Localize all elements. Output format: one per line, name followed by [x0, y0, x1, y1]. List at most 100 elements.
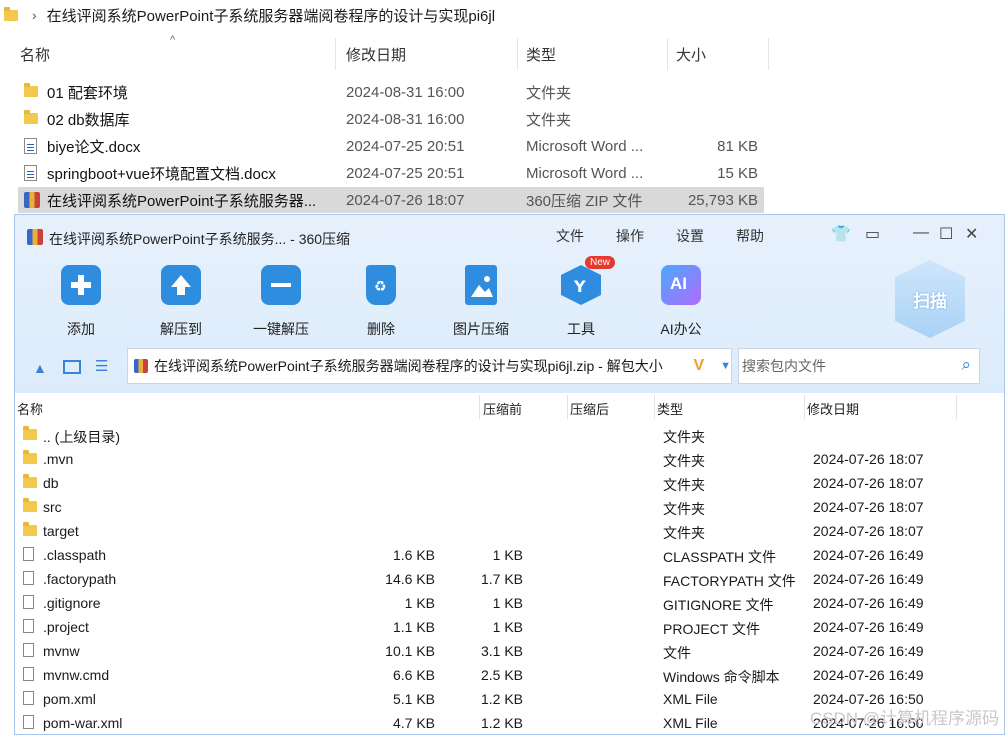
- folder-icon: [23, 426, 37, 440]
- file-icon: [23, 619, 34, 633]
- menu-file[interactable]: 文件: [556, 226, 584, 246]
- file-row[interactable]: 01 配套环境 2024-08-31 16:00 文件夹: [18, 79, 764, 105]
- minimize-icon[interactable]: —: [913, 224, 929, 242]
- column-header-type[interactable]: 类型: [657, 399, 683, 418]
- archive-row[interactable]: .factorypath 14.6 KB 1.7 KB FACTORYPATH 文件 2…: [21, 567, 991, 591]
- column-divider[interactable]: [335, 38, 336, 70]
- tools-button[interactable]: Y 工具: [541, 265, 621, 339]
- column-divider[interactable]: [956, 395, 957, 419]
- size-after: 1 KB: [492, 547, 523, 563]
- delete-button[interactable]: ♻ 删除: [341, 265, 421, 339]
- file-type: XML File: [663, 691, 718, 707]
- column-header-name[interactable]: 名称: [17, 399, 43, 418]
- close-icon[interactable]: ✕: [965, 224, 978, 244]
- column-header-modified[interactable]: 修改日期: [807, 399, 859, 418]
- column-header-name[interactable]: 名称: [20, 38, 50, 70]
- add-button[interactable]: 添加: [41, 265, 121, 339]
- archive-row[interactable]: .gitignore 1 KB 1 KB GITIGNORE 文件 2024-07-26…: [21, 591, 991, 615]
- folder-icon: [23, 474, 37, 488]
- file-modified: 2024-07-26 16:49: [813, 667, 924, 683]
- file-row[interactable]: biye论文.docx 2024-07-25 20:51 Microsoft W…: [18, 133, 764, 159]
- column-divider[interactable]: [804, 395, 805, 419]
- ai-office-button[interactable]: AI AI办公: [641, 265, 721, 339]
- column-divider[interactable]: [768, 38, 769, 70]
- file-type: 文件夹: [526, 84, 572, 102]
- archive-row[interactable]: .mvn 文件夹 2024-07-26 18:07: [21, 447, 991, 471]
- search-input[interactable]: 搜索包内文件 ⌕: [738, 348, 980, 384]
- chevron-down-icon[interactable]: ▼: [720, 360, 731, 372]
- archive-row[interactable]: mvnw.cmd 6.6 KB 2.5 KB Windows 命令脚本 2024-07-…: [21, 663, 991, 687]
- v-mark-icon: V: [693, 357, 705, 374]
- column-divider[interactable]: [517, 38, 518, 70]
- archive-row[interactable]: src 文件夹 2024-07-26 18:07: [21, 495, 991, 519]
- column-header-after[interactable]: 压缩后: [570, 399, 609, 418]
- menu-settings[interactable]: 设置: [676, 226, 704, 246]
- file-row[interactable]: springboot+vue环境配置文档.docx 2024-07-25 20:…: [18, 160, 764, 186]
- zip-archive-icon: [24, 192, 40, 208]
- ai-office-icon: AI: [661, 265, 701, 305]
- folder-icon: [23, 450, 37, 464]
- file-name: .gitignore: [43, 595, 101, 611]
- size-after: 1 KB: [492, 619, 523, 635]
- file-name: biye论文.docx: [47, 138, 141, 156]
- column-header-before[interactable]: 压缩前: [483, 399, 522, 418]
- file-modified: 2024-07-26 16:49: [813, 595, 924, 611]
- list-view-icon[interactable]: ☰: [95, 357, 108, 375]
- folder-icon: [24, 110, 38, 124]
- file-size: 25,793 KB: [687, 191, 758, 209]
- column-divider[interactable]: [567, 395, 568, 419]
- archive-path-bar[interactable]: 在线评阅系统PowerPoint子系统服务器端阅卷程序的设计与实现pi6jl.z…: [127, 348, 732, 384]
- file-modified: 2024-07-26 18:07: [813, 499, 924, 515]
- file-modified: 2024-07-26 18:07: [813, 475, 924, 491]
- file-row-selected[interactable]: 在线评阅系统PowerPoint子系统服务器... 2024-07-26 18:…: [18, 187, 764, 213]
- thumbnail-view-icon[interactable]: [63, 360, 81, 374]
- image-compress-button[interactable]: 图片压缩: [441, 265, 521, 339]
- file-name: mvnw: [43, 643, 80, 659]
- address-bar[interactable]: › 在线评阅系统PowerPoint子系统服务器端阅卷程序的设计与实现pi6jl: [0, 0, 1005, 30]
- zip-toolbar-area: 在线评阅系统PowerPoint子系统服务... - 360压缩 文件 操作 设…: [15, 215, 1004, 393]
- chevron-right-icon[interactable]: ›: [32, 7, 37, 23]
- column-divider[interactable]: [479, 395, 480, 419]
- extract-to-button[interactable]: 解压到: [141, 265, 221, 339]
- archive-row[interactable]: db 文件夹 2024-07-26 18:07: [21, 471, 991, 495]
- archive-row[interactable]: target 文件夹 2024-07-26 18:07: [21, 519, 991, 543]
- up-level-icon[interactable]: ▲: [33, 360, 47, 376]
- file-modified: 2024-07-25 20:51: [346, 137, 465, 155]
- file-name: .. (上级目录): [43, 429, 120, 445]
- size-after: 1.2 KB: [480, 691, 523, 707]
- size-before: 10.1 KB: [385, 643, 435, 659]
- file-type: 文件夹: [526, 111, 572, 129]
- scan-button[interactable]: 扫描: [895, 260, 965, 338]
- file-name: src: [43, 499, 62, 515]
- archive-row[interactable]: .project 1.1 KB 1 KB PROJECT 文件 2024-07-26 1…: [21, 615, 991, 639]
- add-icon: [61, 265, 101, 305]
- archive-row[interactable]: .classpath 1.6 KB 1 KB CLASSPATH 文件 2024-07-…: [21, 543, 991, 567]
- menu-help[interactable]: 帮助: [736, 226, 764, 246]
- file-type: CLASSPATH 文件: [663, 549, 777, 565]
- archive-row[interactable]: .. (上级目录) 文件夹: [21, 423, 991, 447]
- menu-operation[interactable]: 操作: [616, 226, 644, 246]
- breadcrumb[interactable]: 在线评阅系统PowerPoint子系统服务器端阅卷程序的设计与实现pi6jl: [47, 5, 495, 26]
- archive-row[interactable]: mvnw 10.1 KB 3.1 KB 文件 2024-07-26 16:49: [21, 639, 991, 663]
- search-icon[interactable]: ⌕: [961, 355, 971, 375]
- archive-path: 在线评阅系统PowerPoint子系统服务器端阅卷程序的设计与实现pi6jl.z…: [153, 358, 663, 374]
- column-header-size[interactable]: 大小: [676, 38, 706, 70]
- file-name: mvnw.cmd: [43, 667, 110, 683]
- one-click-extract-button[interactable]: 一键解压: [241, 265, 321, 339]
- column-divider[interactable]: [654, 395, 655, 419]
- tool-label: AI办公: [660, 321, 702, 337]
- column-divider[interactable]: [667, 38, 668, 70]
- size-before: 4.7 KB: [392, 715, 435, 731]
- file-row[interactable]: 02 db数据库 2024-08-31 16:00 文件夹: [18, 106, 764, 132]
- feedback-icon[interactable]: ▭: [865, 224, 880, 244]
- skin-icon[interactable]: 👕: [831, 224, 851, 244]
- column-header-modified[interactable]: 修改日期: [346, 38, 406, 70]
- column-header-type[interactable]: 类型: [526, 38, 556, 70]
- file-size: 15 KB: [717, 164, 758, 182]
- file-type: Microsoft Word ...: [526, 164, 644, 182]
- maximize-icon[interactable]: ☐: [939, 224, 953, 244]
- file-type: 文件夹: [663, 501, 705, 517]
- file-modified: 2024-08-31 16:00: [346, 110, 465, 128]
- size-before: 14.6 KB: [385, 571, 435, 587]
- file-type: Windows 命令脚本: [663, 669, 780, 685]
